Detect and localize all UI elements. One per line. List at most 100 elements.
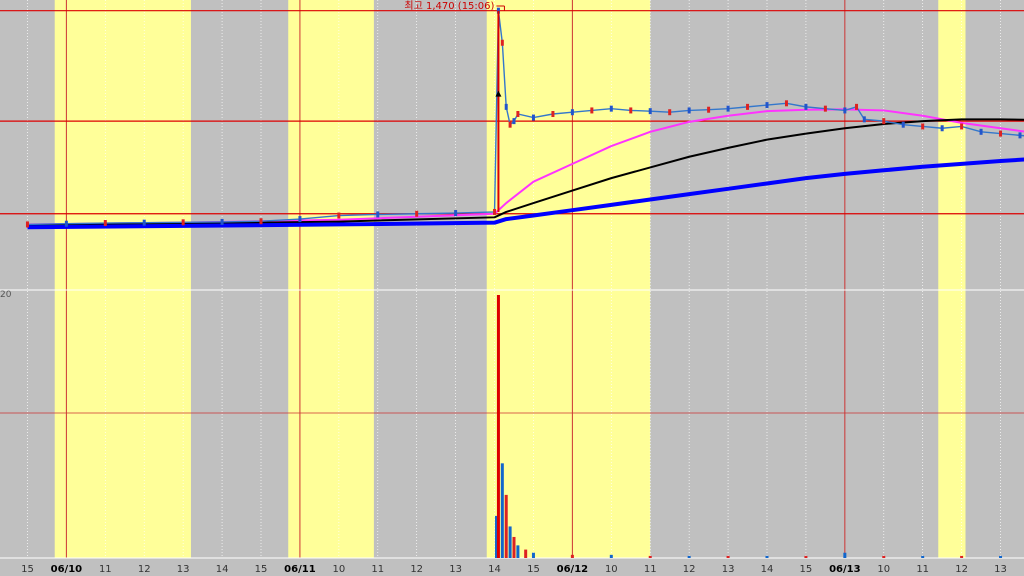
volume-bar-20 — [999, 555, 1003, 558]
time-tick-label-20: 15 — [800, 564, 813, 575]
highlight-band-1 — [288, 0, 374, 558]
time-tick-label-25: 13 — [994, 564, 1007, 575]
time-tick-label-8: 10 — [332, 564, 345, 575]
price-candle-15 — [504, 103, 508, 110]
volume-bar-6 — [516, 545, 520, 558]
volume-bar-19 — [960, 555, 964, 558]
time-tick-label-1: 06/10 — [51, 564, 83, 575]
price-candle-44 — [999, 130, 1003, 137]
price-candle-8 — [337, 212, 341, 219]
volume-bar-3 — [504, 494, 508, 558]
time-tick-label-2: 11 — [99, 564, 112, 575]
time-tick-label-7: 06/11 — [284, 564, 316, 575]
price-candle-39 — [901, 121, 905, 128]
time-tick-label-12: 14 — [488, 564, 501, 575]
price-candle-30 — [746, 103, 750, 110]
price-candle-33 — [804, 103, 808, 110]
chart-root: 20 최고 1,470 (15:06) 15 06/10 11 12 13 14 15 06/… — [0, 0, 1024, 576]
price-chart: 20 최고 1,470 (15:06) 15 06/10 11 12 13 14 15 06/… — [0, 0, 1024, 575]
time-tick-label-24: 12 — [955, 564, 968, 575]
time-axis: 15 06/10 11 12 13 14 15 06/11 10 11 12 13 14 15 06/12 1… — [21, 564, 1007, 575]
price-candle-36 — [855, 103, 859, 110]
price-candle-31 — [765, 102, 769, 109]
time-tick-label-3: 12 — [138, 564, 151, 575]
price-candle-2 — [103, 220, 107, 227]
volume-bar-12 — [687, 555, 691, 558]
volume-bar-17 — [882, 555, 886, 558]
price-candle-1 — [64, 220, 68, 227]
price-candle-29 — [726, 105, 730, 112]
price-candle-23 — [609, 105, 613, 112]
price-candle-20 — [551, 111, 555, 117]
time-tick-label-10: 12 — [410, 564, 423, 575]
price-candle-34 — [823, 105, 827, 112]
price-candle-0 — [25, 221, 29, 228]
volume-bar-4 — [508, 526, 512, 558]
time-tick-label-23: 11 — [916, 564, 929, 575]
time-tick-label-6: 15 — [255, 564, 268, 575]
price-candle-27 — [687, 107, 691, 114]
price-candle-35 — [843, 107, 847, 114]
price-candle-40 — [921, 123, 925, 130]
price-candle-41 — [940, 125, 944, 132]
price-candle-3 — [142, 219, 146, 226]
price-candle-5 — [220, 218, 224, 225]
time-tick-label-19: 14 — [761, 564, 774, 575]
highlight-bands — [54, 0, 966, 558]
high-annotation: 최고 1,470 (15:06) — [404, 0, 494, 12]
volume-bar-18 — [921, 555, 925, 558]
volume-bar-13 — [726, 555, 730, 558]
price-candle-16 — [508, 121, 512, 128]
price-candle-24 — [629, 107, 633, 114]
volume-bar-5 — [512, 536, 516, 558]
price-candle-42 — [960, 123, 964, 130]
price-candle-38 — [882, 118, 886, 125]
price-candle-11 — [454, 210, 458, 217]
price-candle-26 — [668, 109, 672, 116]
volume-bar-8 — [531, 552, 535, 558]
volume-bar-9 — [570, 554, 574, 558]
time-tick-label-18: 13 — [722, 564, 735, 575]
volume-bar-1 — [496, 295, 500, 558]
volume-bar-7 — [524, 549, 528, 558]
price-candle-18 — [516, 111, 520, 117]
price-candle-22 — [590, 107, 594, 114]
volume-bar-10 — [609, 554, 613, 558]
time-tick-label-4: 13 — [177, 564, 190, 575]
time-tick-label-0: 15 — [21, 564, 34, 575]
time-tick-label-9: 11 — [371, 564, 384, 575]
price-candle-12 — [493, 208, 497, 215]
price-candle-32 — [784, 100, 788, 107]
time-tick-label-5: 14 — [216, 564, 229, 575]
volume-bar-11 — [648, 555, 652, 558]
time-tick-label-16: 11 — [644, 564, 657, 575]
price-candle-7 — [298, 216, 302, 223]
price-candle-25 — [648, 108, 652, 115]
time-tick-label-21: 06/13 — [829, 564, 861, 575]
time-tick-label-15: 10 — [605, 564, 618, 575]
volume-bar-16 — [843, 552, 847, 558]
highlight-band-2 — [486, 0, 651, 558]
highlight-band-0 — [54, 0, 191, 558]
price-candle-37 — [862, 116, 866, 123]
price-candle-43 — [979, 128, 983, 135]
price-candle-19 — [531, 114, 535, 121]
price-candle-17 — [512, 118, 516, 125]
price-candle-14 — [500, 39, 504, 46]
time-tick-label-14: 06/12 — [557, 564, 589, 575]
price-candle-6 — [259, 218, 263, 225]
time-tick-label-11: 13 — [449, 564, 462, 575]
price-candle-4 — [181, 219, 185, 226]
time-tick-label-13: 15 — [527, 564, 540, 575]
y-axis-label: 20 — [0, 290, 12, 300]
time-tick-label-17: 12 — [683, 564, 696, 575]
volume-bar-14 — [765, 555, 769, 558]
time-tick-label-22: 10 — [877, 564, 890, 575]
price-candle-28 — [707, 106, 711, 113]
price-candle-21 — [570, 109, 574, 116]
price-candle-10 — [415, 210, 419, 217]
volume-bar-2 — [500, 463, 504, 558]
volume-bar-15 — [804, 555, 808, 558]
price-candle-9 — [376, 211, 380, 218]
price-candle-45 — [1018, 132, 1022, 139]
